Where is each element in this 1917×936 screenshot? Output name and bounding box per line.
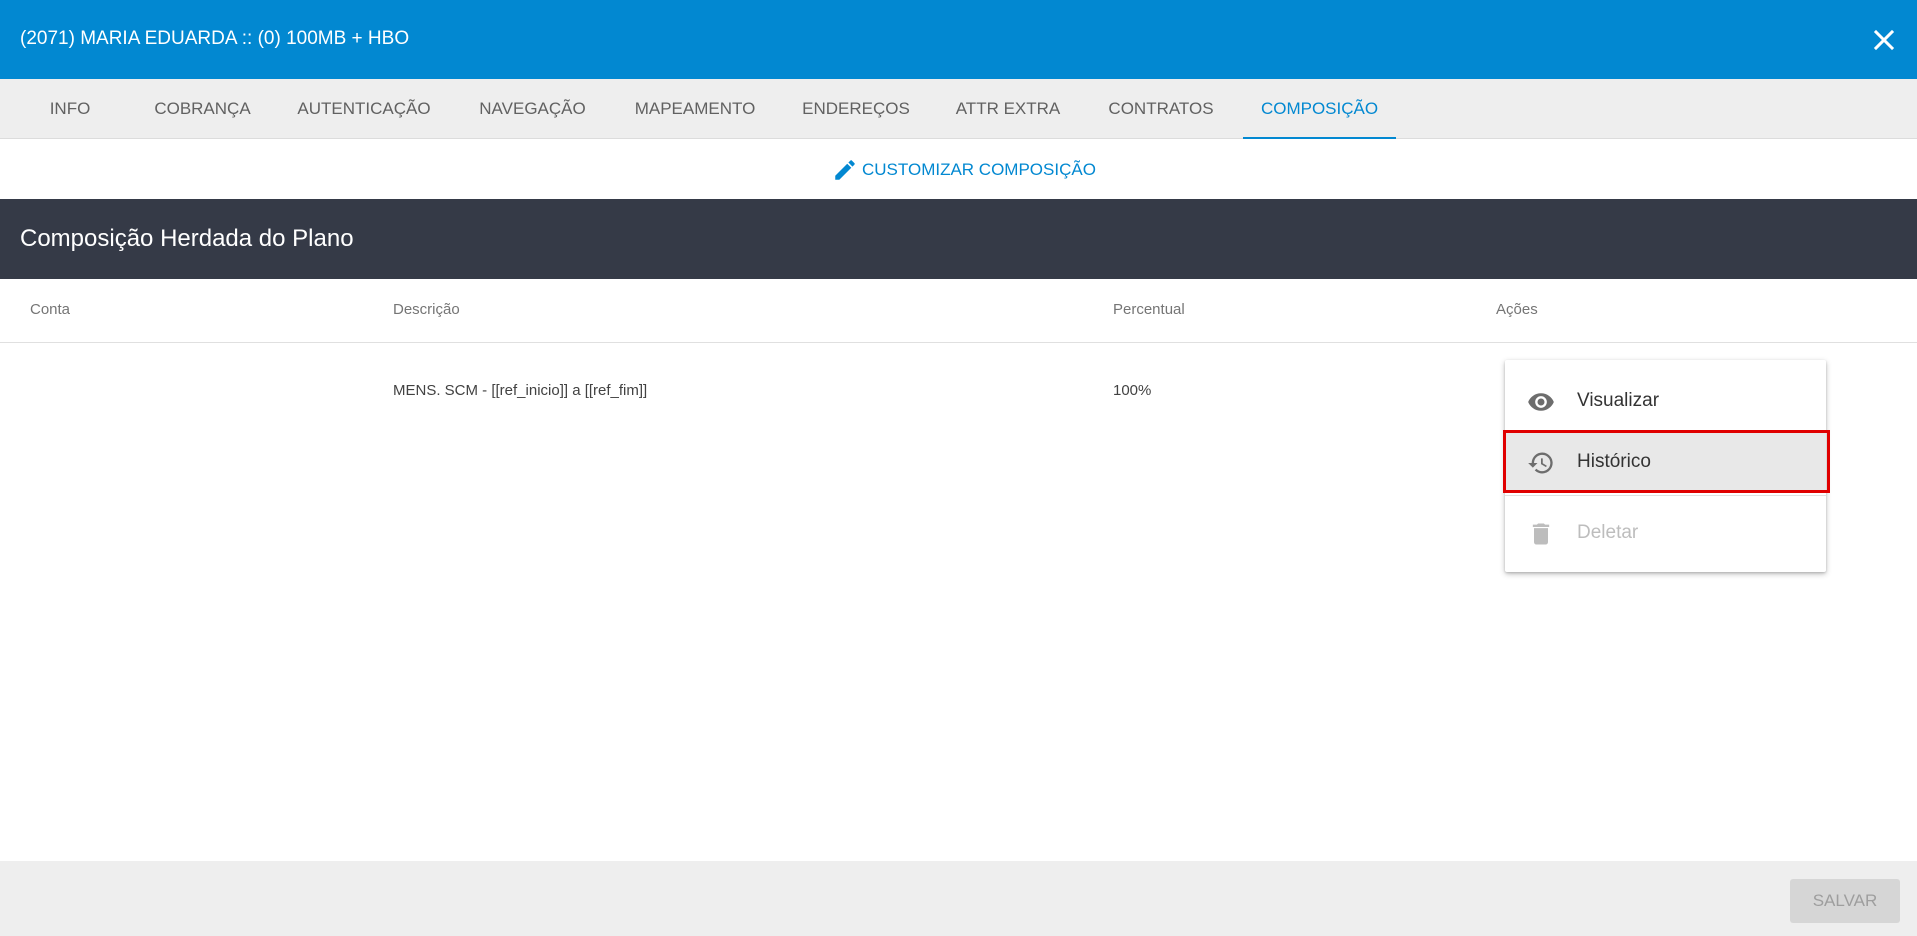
dialog-footer: SALVAR [0,861,1917,936]
tab-autenticacao[interactable]: AUTENTICAÇÃO [289,79,439,139]
customize-composition-label: CUSTOMIZAR COMPOSIÇÃO [862,160,1096,179]
dialog-title: (2071) MARIA EDUARDA :: (0) 100MB + HBO [20,28,410,49]
actions-menu: Visualizar Histórico Deletar [1505,360,1826,572]
column-header-conta: Conta [30,301,71,318]
menu-item-label: Deletar [1577,522,1639,543]
tab-cobranca[interactable]: COBRANÇA [140,79,265,139]
section-title: Composição Herdada do Plano [20,225,354,252]
section-header: Composição Herdada do Plano [0,199,1917,279]
tab-attr-extra[interactable]: ATTR EXTRA [948,79,1068,139]
tab-navegacao[interactable]: NAVEGAÇÃO [470,79,595,139]
tab-enderecos[interactable]: ENDEREÇOS [796,79,916,139]
tab-composicao[interactable]: COMPOSIÇÃO [1243,79,1396,139]
menu-item-label: Visualizar [1577,390,1660,411]
close-icon [1873,29,1895,51]
menu-item-historico[interactable]: Histórico [1505,432,1826,492]
trash-icon [1527,520,1555,548]
dialog-header: (2071) MARIA EDUARDA :: (0) 100MB + HBO [0,0,1917,79]
menu-item-label: Histórico [1577,451,1651,472]
menu-divider [1505,495,1826,496]
column-header-descricao: Descrição [393,301,460,318]
pencil-icon [835,160,855,180]
dialog: (2071) MARIA EDUARDA :: (0) 100MB + HBO … [0,0,1917,936]
close-button[interactable] [1866,22,1902,58]
tab-contratos[interactable]: CONTRATOS [1100,79,1222,139]
eye-icon [1527,388,1555,416]
cell-percentual: 100% [1113,382,1152,399]
tab-bar: INFO COBRANÇA AUTENTICAÇÃO NAVEGAÇÃO MAP… [0,79,1917,139]
menu-item-deletar[interactable]: Deletar [1505,503,1826,563]
tab-info[interactable]: INFO [30,79,110,139]
customize-composition-button[interactable]: CUSTOMIZAR COMPOSIÇÃO [832,157,1096,183]
save-button[interactable]: SALVAR [1790,879,1900,923]
menu-item-visualizar[interactable]: Visualizar [1505,371,1826,431]
column-header-percentual: Percentual [1113,301,1185,318]
column-header-acoes: Ações [1496,301,1538,318]
history-icon [1527,449,1555,477]
table-header: Conta Descrição Percentual Ações [0,279,1917,343]
tab-mapeamento[interactable]: MAPEAMENTO [620,79,770,139]
cell-descricao: MENS. SCM - [[ref_inicio]] a [[ref_fim]] [393,382,648,399]
